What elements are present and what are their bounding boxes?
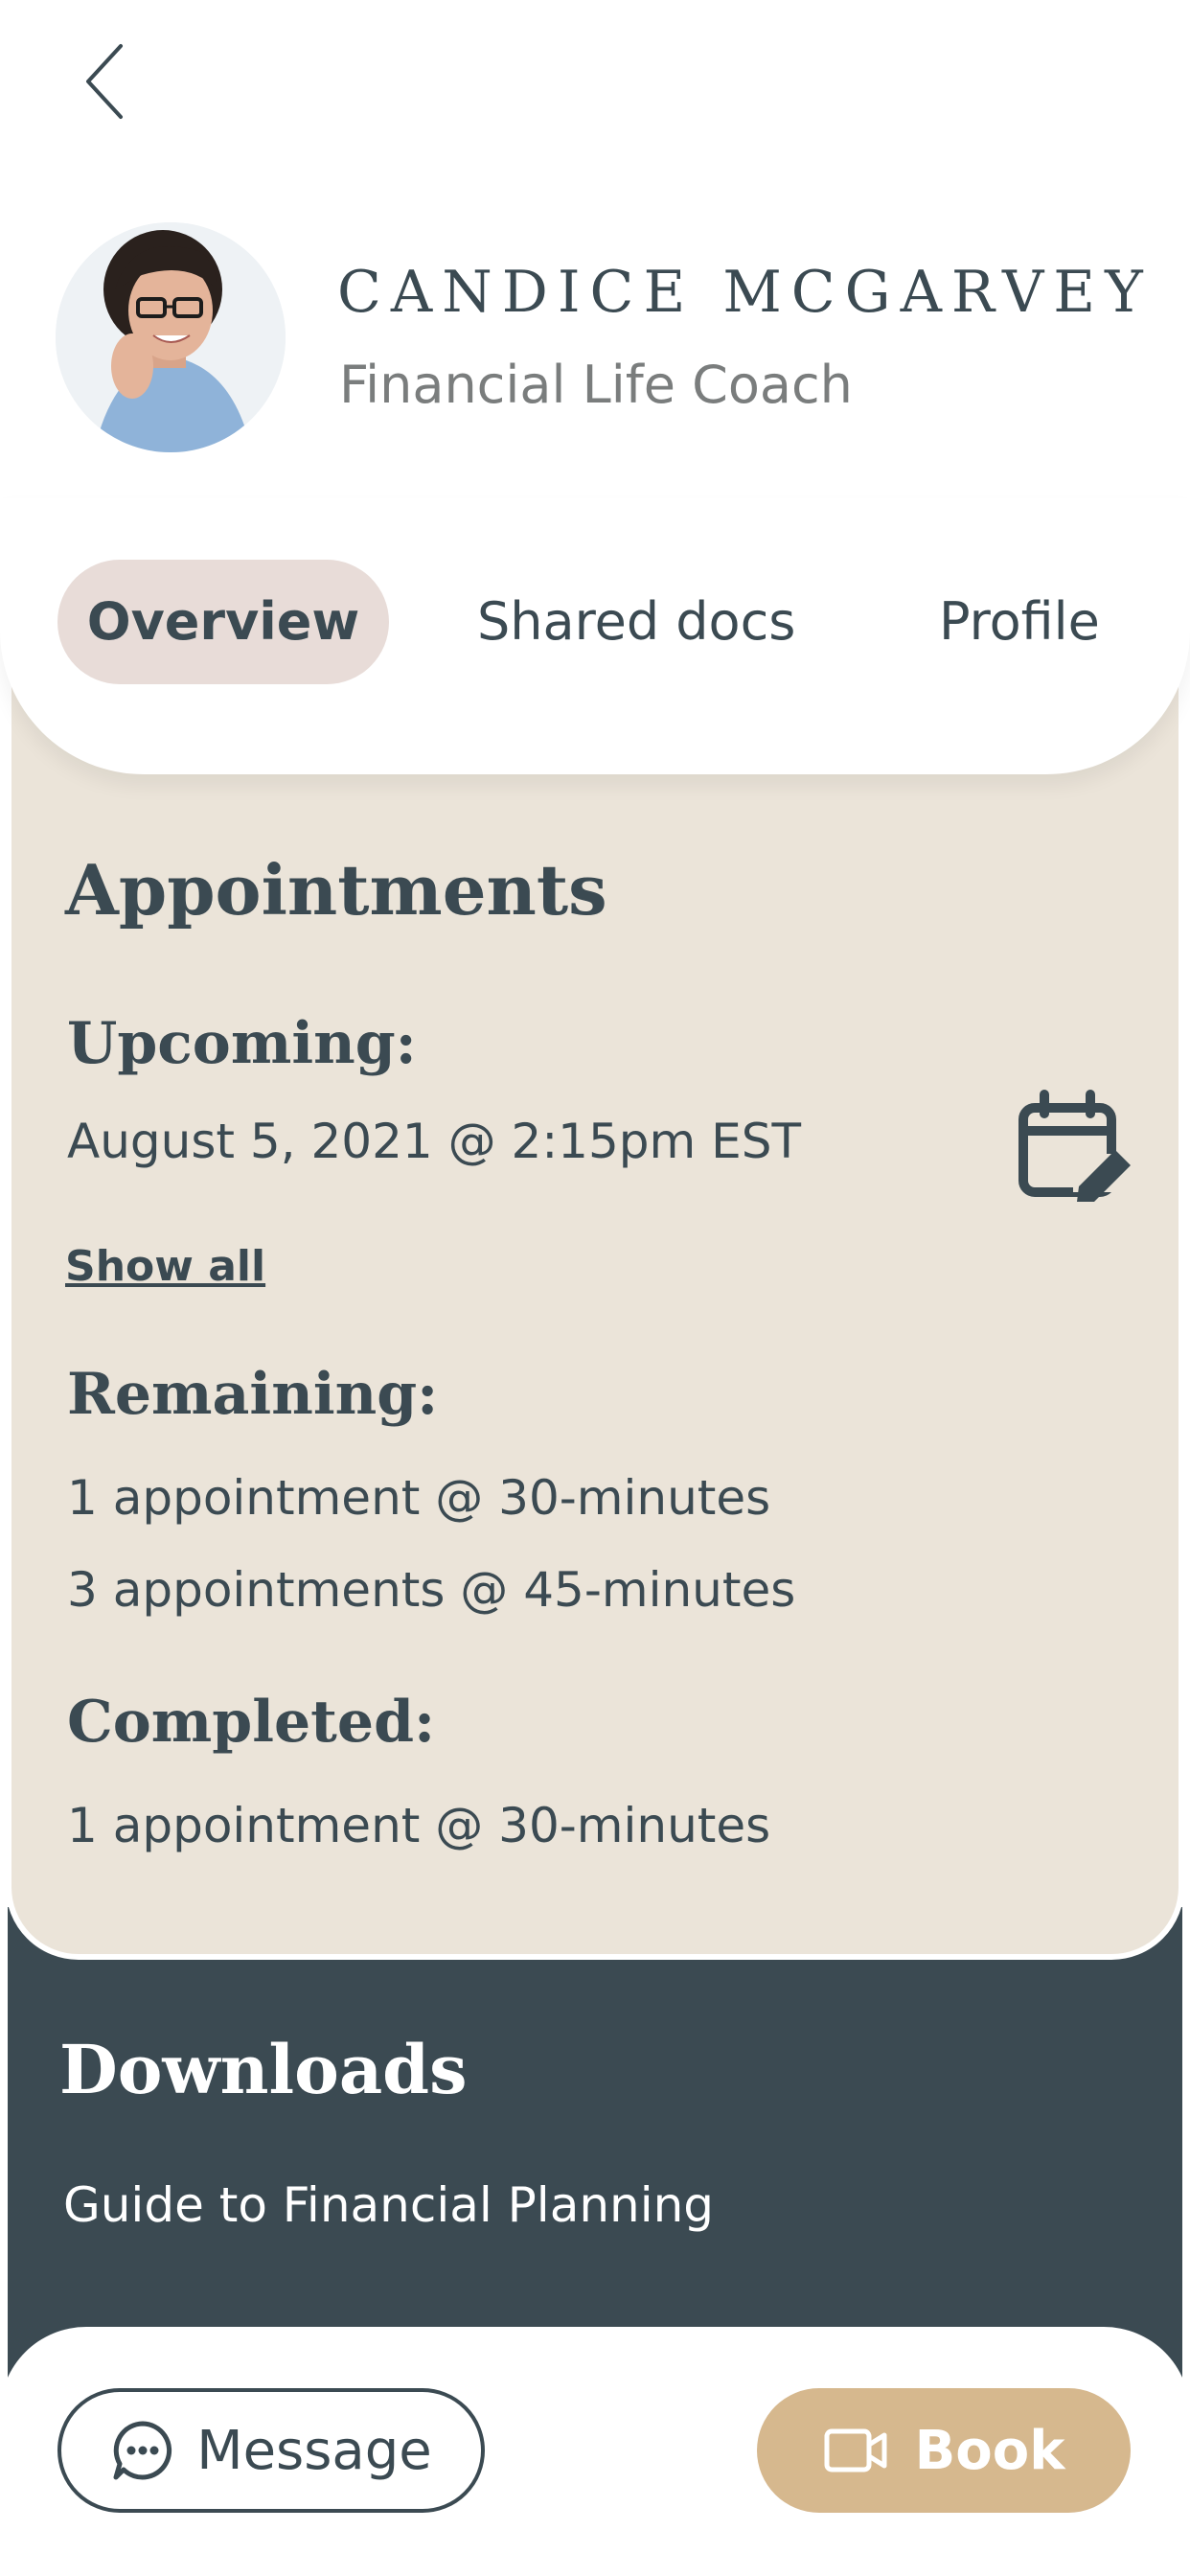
coach-title: Financial Life Coach xyxy=(339,355,853,415)
upcoming-label: Upcoming: xyxy=(67,1010,417,1077)
chevron-left-icon xyxy=(86,44,123,119)
coach-name: CANDICE MCGARVEY xyxy=(337,259,1153,326)
remaining-item: 1 appointment @ 30-minutes xyxy=(67,1470,771,1526)
tab-profile[interactable]: Profile xyxy=(939,560,1131,684)
tab-shared-docs[interactable]: Shared docs xyxy=(477,560,803,684)
calendar-edit-icon[interactable] xyxy=(1016,1087,1140,1208)
book-label: Book xyxy=(914,2419,1065,2482)
appointments-heading: Appointments xyxy=(65,849,607,931)
back-button[interactable] xyxy=(75,38,142,125)
chat-bubble-icon xyxy=(113,2421,172,2480)
completed-item: 1 appointment @ 30-minutes xyxy=(67,1798,771,1853)
remaining-item: 3 appointments @ 45-minutes xyxy=(67,1562,796,1618)
tab-overview[interactable]: Overview xyxy=(57,560,389,684)
book-button[interactable]: Book xyxy=(757,2388,1131,2513)
download-link[interactable]: Guide to Financial Planning xyxy=(63,2177,714,2233)
completed-label: Completed: xyxy=(67,1689,436,1756)
downloads-heading: Downloads xyxy=(59,2030,468,2109)
avatar xyxy=(56,222,286,452)
message-label: Message xyxy=(196,2419,432,2482)
message-button[interactable]: Message xyxy=(57,2388,485,2513)
show-all-link[interactable]: Show all xyxy=(65,1242,265,1291)
upcoming-value: August 5, 2021 @ 2:15pm EST xyxy=(67,1114,801,1169)
remaining-label: Remaining: xyxy=(67,1361,439,1428)
video-camera-icon xyxy=(824,2428,887,2472)
